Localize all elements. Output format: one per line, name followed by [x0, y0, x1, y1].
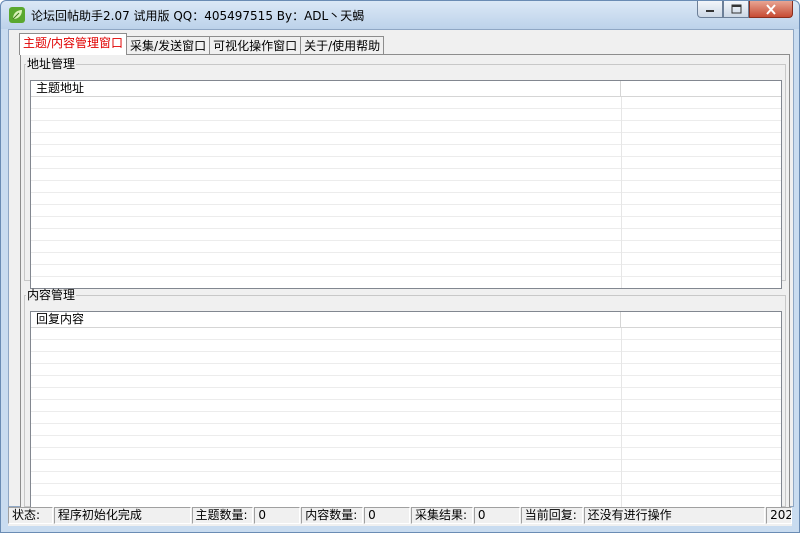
- topic-count-value: 0: [254, 507, 301, 524]
- tab-about-help[interactable]: 关于/使用帮助: [300, 36, 385, 55]
- address-list-header: 主题地址: [31, 81, 781, 97]
- close-button[interactable]: [749, 1, 793, 18]
- address-group-legend: 地址管理: [27, 57, 76, 71]
- content-count-label: 内容数量:: [301, 507, 364, 524]
- content-list-rows: [31, 328, 781, 516]
- column-header-topic-address[interactable]: 主题地址: [31, 81, 621, 96]
- tab-visual-operation[interactable]: 可视化操作窗口: [209, 36, 302, 55]
- topic-count-label: 主题数量:: [191, 507, 254, 524]
- tab-strip: 主题/内容管理窗口 采集/发送窗口 可视化操作窗口 关于/使用帮助: [19, 33, 385, 55]
- status-label: 状态:: [8, 507, 53, 524]
- content-list-header: 回复内容: [31, 312, 781, 328]
- maximize-icon: [731, 4, 741, 14]
- minimize-button[interactable]: [697, 1, 723, 18]
- address-management-group: 地址管理 主题地址: [24, 57, 786, 289]
- current-reply-value: 还没有进行操作: [583, 507, 766, 524]
- address-list[interactable]: 主题地址: [30, 80, 782, 289]
- title-bar[interactable]: 论坛回帖助手2.07 试用版 QQ：405497515 By：ADL丶天蝎: [1, 1, 799, 29]
- column-header-blank[interactable]: [621, 81, 781, 96]
- content-count-value: 0: [364, 507, 410, 524]
- current-reply-label: 当前回复:: [520, 507, 583, 524]
- content-management-group: 内容管理 回复内容: [24, 288, 786, 517]
- close-icon: [766, 3, 776, 15]
- column-header-reply-content[interactable]: 回复内容: [31, 312, 621, 327]
- minimize-icon: [706, 10, 714, 12]
- status-date: 2023:: [766, 507, 793, 524]
- column-divider: [621, 97, 622, 288]
- window-controls: [697, 1, 793, 19]
- leaf-icon: [9, 7, 25, 23]
- collect-result-label: 采集结果:: [411, 507, 473, 524]
- app-window: 论坛回帖助手2.07 试用版 QQ：405497515 By：ADL丶天蝎 主题…: [0, 0, 800, 533]
- tab-topic-content-management[interactable]: 主题/内容管理窗口: [19, 33, 128, 55]
- tab-panel: 地址管理 主题地址 内容管理 回复内容: [20, 54, 790, 517]
- tab-collect-send[interactable]: 采集/发送窗口: [126, 36, 211, 55]
- column-header-blank[interactable]: [621, 312, 781, 327]
- maximize-button[interactable]: [723, 1, 749, 18]
- client-area: 主题/内容管理窗口 采集/发送窗口 可视化操作窗口 关于/使用帮助 地址管理 主…: [8, 29, 794, 517]
- content-list[interactable]: 回复内容: [30, 311, 782, 517]
- address-list-rows: [31, 97, 781, 288]
- window-title: 论坛回帖助手2.07 试用版 QQ：405497515 By：ADL丶天蝎: [31, 9, 365, 23]
- status-bar: 状态: 程序初始化完成 主题数量: 0 内容数量: 0 采集结果: 0 当前回复…: [8, 507, 793, 526]
- collect-result-value: 0: [473, 507, 520, 524]
- status-value: 程序初始化完成: [53, 507, 191, 524]
- column-divider: [621, 328, 622, 516]
- content-group-legend: 内容管理: [27, 288, 76, 302]
